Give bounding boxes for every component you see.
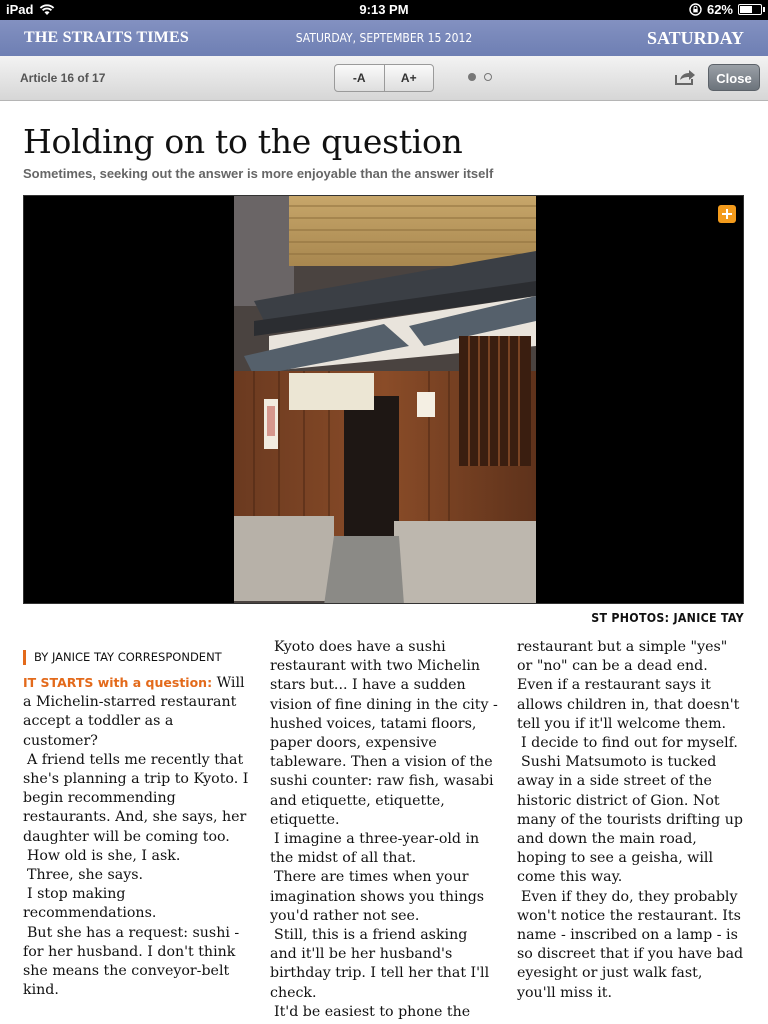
restaurant-photo-image: [234, 196, 536, 603]
reader-toolbar: Article 16 of 17 -A A+ Close: [0, 56, 768, 101]
page-dot-active[interactable]: [468, 73, 476, 81]
article-counter: Article 16 of 17: [20, 71, 106, 85]
byline: BY JANICE TAY CORRESPONDENT: [23, 650, 251, 665]
article-column-3: restaurant but a simple "yes" or "no" ca…: [517, 638, 745, 1003]
article-headline: Holding on to the question: [23, 122, 463, 161]
article-deck: Sometimes, seeking out the answer is mor…: [23, 166, 494, 181]
lead-in: IT STARTS with a question:: [23, 675, 213, 690]
paragraph-continued: restaurant but a simple "yes" or "no" ca…: [517, 639, 740, 732]
page-dot[interactable]: [484, 73, 492, 81]
page-indicator[interactable]: [468, 73, 492, 81]
paragraph: Still, this is a friend asking and it'll…: [270, 927, 490, 1001]
lead-paragraph: IT STARTS with a question: Will a Michel…: [23, 673, 251, 751]
paragraph: A friend tells me recently that she's pl…: [23, 751, 249, 845]
paragraph: I imagine a three-year-old in the midst …: [270, 831, 480, 867]
paragraph: I decide to find out for myself.: [521, 735, 738, 752]
paragraph: Even if they do, they probably won't not…: [517, 888, 744, 1001]
masthead: THE STRAITS TIMES SATURDAY, SEPTEMBER 15…: [0, 20, 768, 56]
paragraph: There are times when your imagination sh…: [270, 869, 485, 924]
status-bar: iPad 9:13 PM 62%: [0, 0, 768, 20]
paragraph: It'd be easiest to phone the: [274, 1003, 471, 1020]
increase-font-button[interactable]: A+: [383, 65, 434, 91]
battery-icon: [738, 4, 765, 15]
article-photo[interactable]: [23, 195, 744, 604]
paragraph: Three, she says.: [27, 867, 144, 884]
decrease-font-button[interactable]: -A: [335, 65, 384, 91]
issue-day: SATURDAY: [646, 28, 744, 48]
article-column-1: BY JANICE TAY CORRESPONDENT IT STARTS wi…: [23, 638, 251, 1000]
status-time: 9:13 PM: [359, 2, 409, 17]
expand-photo-icon[interactable]: [718, 205, 736, 223]
orientation-lock-icon: [689, 3, 702, 16]
paragraph: I stop making recommendations.: [23, 886, 157, 922]
photo-credit: ST PHOTOS: JANICE TAY: [591, 611, 744, 625]
paragraph: Sushi Matsumoto is tucked away in a side…: [517, 754, 743, 886]
battery-percent: 62%: [706, 2, 733, 17]
paragraph: How old is she, I ask.: [27, 847, 181, 864]
issue-date: SATURDAY, SEPTEMBER 15 2012: [295, 31, 473, 45]
paragraph: But she has a request: sushi - for her h…: [23, 924, 240, 999]
article-column-2: Kyoto does have a sushi restaurant with …: [270, 638, 498, 1022]
font-size-control: -A A+: [334, 64, 434, 92]
share-icon[interactable]: [674, 68, 696, 86]
close-button[interactable]: Close: [708, 64, 760, 91]
paragraph: Kyoto does have a sushi restaurant with …: [270, 639, 498, 828]
